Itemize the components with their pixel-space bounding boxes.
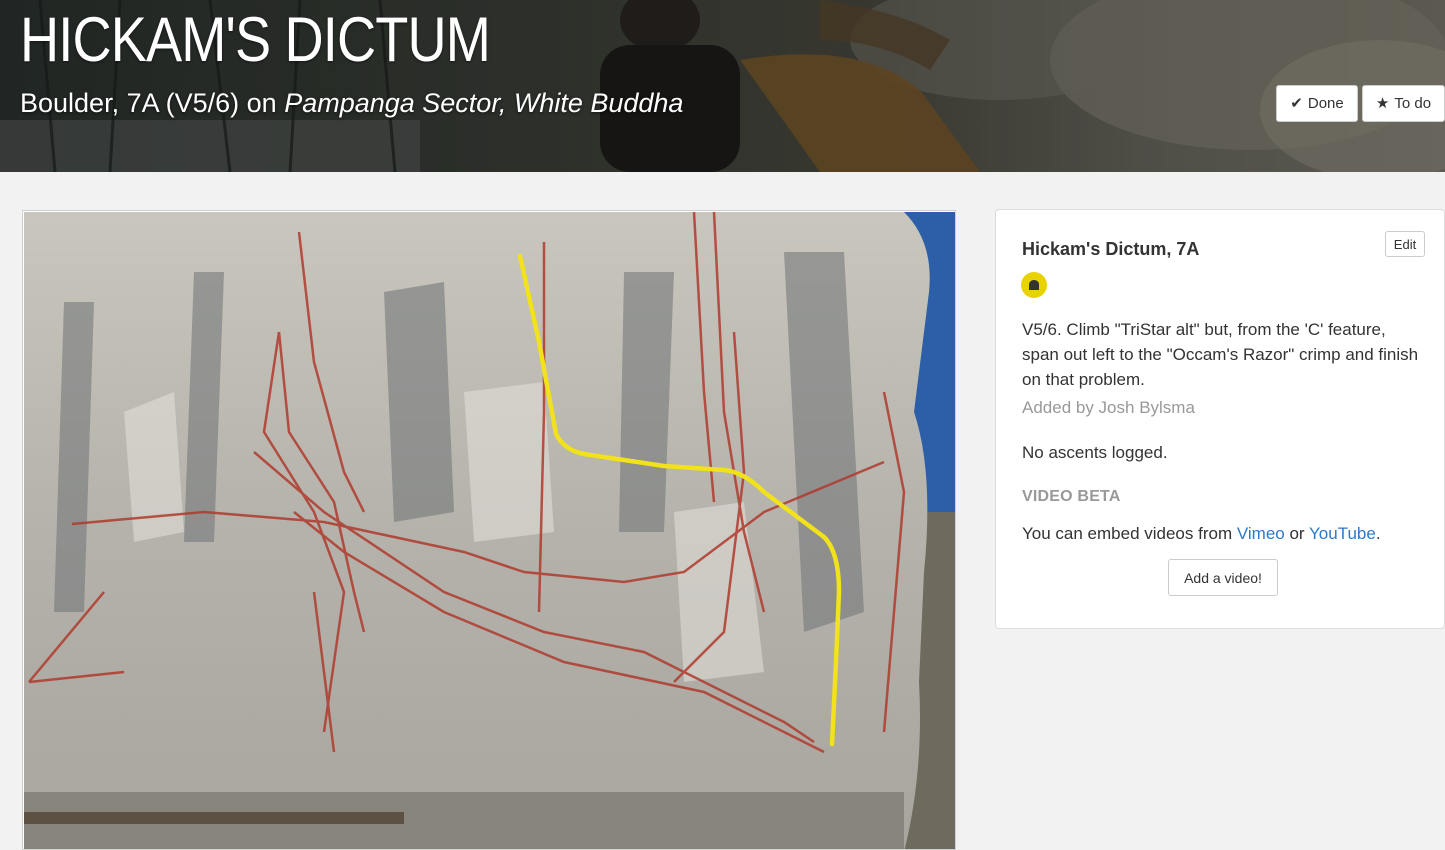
done-button-label: Done — [1307, 95, 1344, 112]
route-title: HICKAM'S DICTUM — [20, 5, 491, 75]
edit-button[interactable]: Edit — [1385, 231, 1425, 257]
topo-photo — [24, 212, 955, 849]
youtube-link[interactable]: YouTube — [1309, 524, 1376, 543]
route-header-banner: HICKAM'S DICTUM Boulder, 7A (V5/6) on Pa… — [0, 0, 1445, 172]
added-by: Added by Josh Bylsma — [1022, 398, 1195, 417]
grade-badge — [1021, 272, 1047, 298]
video-beta-text-middle: or — [1284, 524, 1309, 543]
video-beta-heading: VIDEO BETA — [1022, 488, 1121, 505]
route-type-grade: Boulder, 7A (V5/6) on — [20, 88, 285, 118]
route-description: V5/6. Climb "TriStar alt" but, from the … — [1022, 320, 1419, 389]
topo-image[interactable] — [22, 210, 956, 850]
route-subtitle: Boulder, 7A (V5/6) on Pampanga Sector, W… — [20, 88, 683, 119]
panel-title: Hickam's Dictum, 7A — [1022, 239, 1200, 259]
todo-button-label: To do — [1394, 95, 1432, 112]
checkmark-icon: ✔ — [1290, 95, 1303, 112]
route-location-link[interactable]: Pampanga Sector, White Buddha — [284, 88, 683, 118]
vimeo-link[interactable]: Vimeo — [1237, 524, 1285, 543]
todo-button[interactable]: ★ To do — [1362, 85, 1445, 122]
ascents-status: No ascents logged. — [1022, 443, 1168, 462]
route-info-panel: Hickam's Dictum, 7A Edit V5/6. Climb "Tr… — [995, 209, 1445, 629]
add-video-button[interactable]: Add a video! — [1168, 559, 1278, 596]
done-button[interactable]: ✔ Done — [1276, 85, 1358, 122]
video-beta-text-before: You can embed videos from — [1022, 524, 1237, 543]
video-beta-text: You can embed videos from Vimeo or YouTu… — [1022, 524, 1381, 544]
video-beta-text-after: . — [1375, 524, 1381, 543]
boulder-icon — [1029, 280, 1039, 290]
star-icon: ★ — [1375, 95, 1390, 112]
